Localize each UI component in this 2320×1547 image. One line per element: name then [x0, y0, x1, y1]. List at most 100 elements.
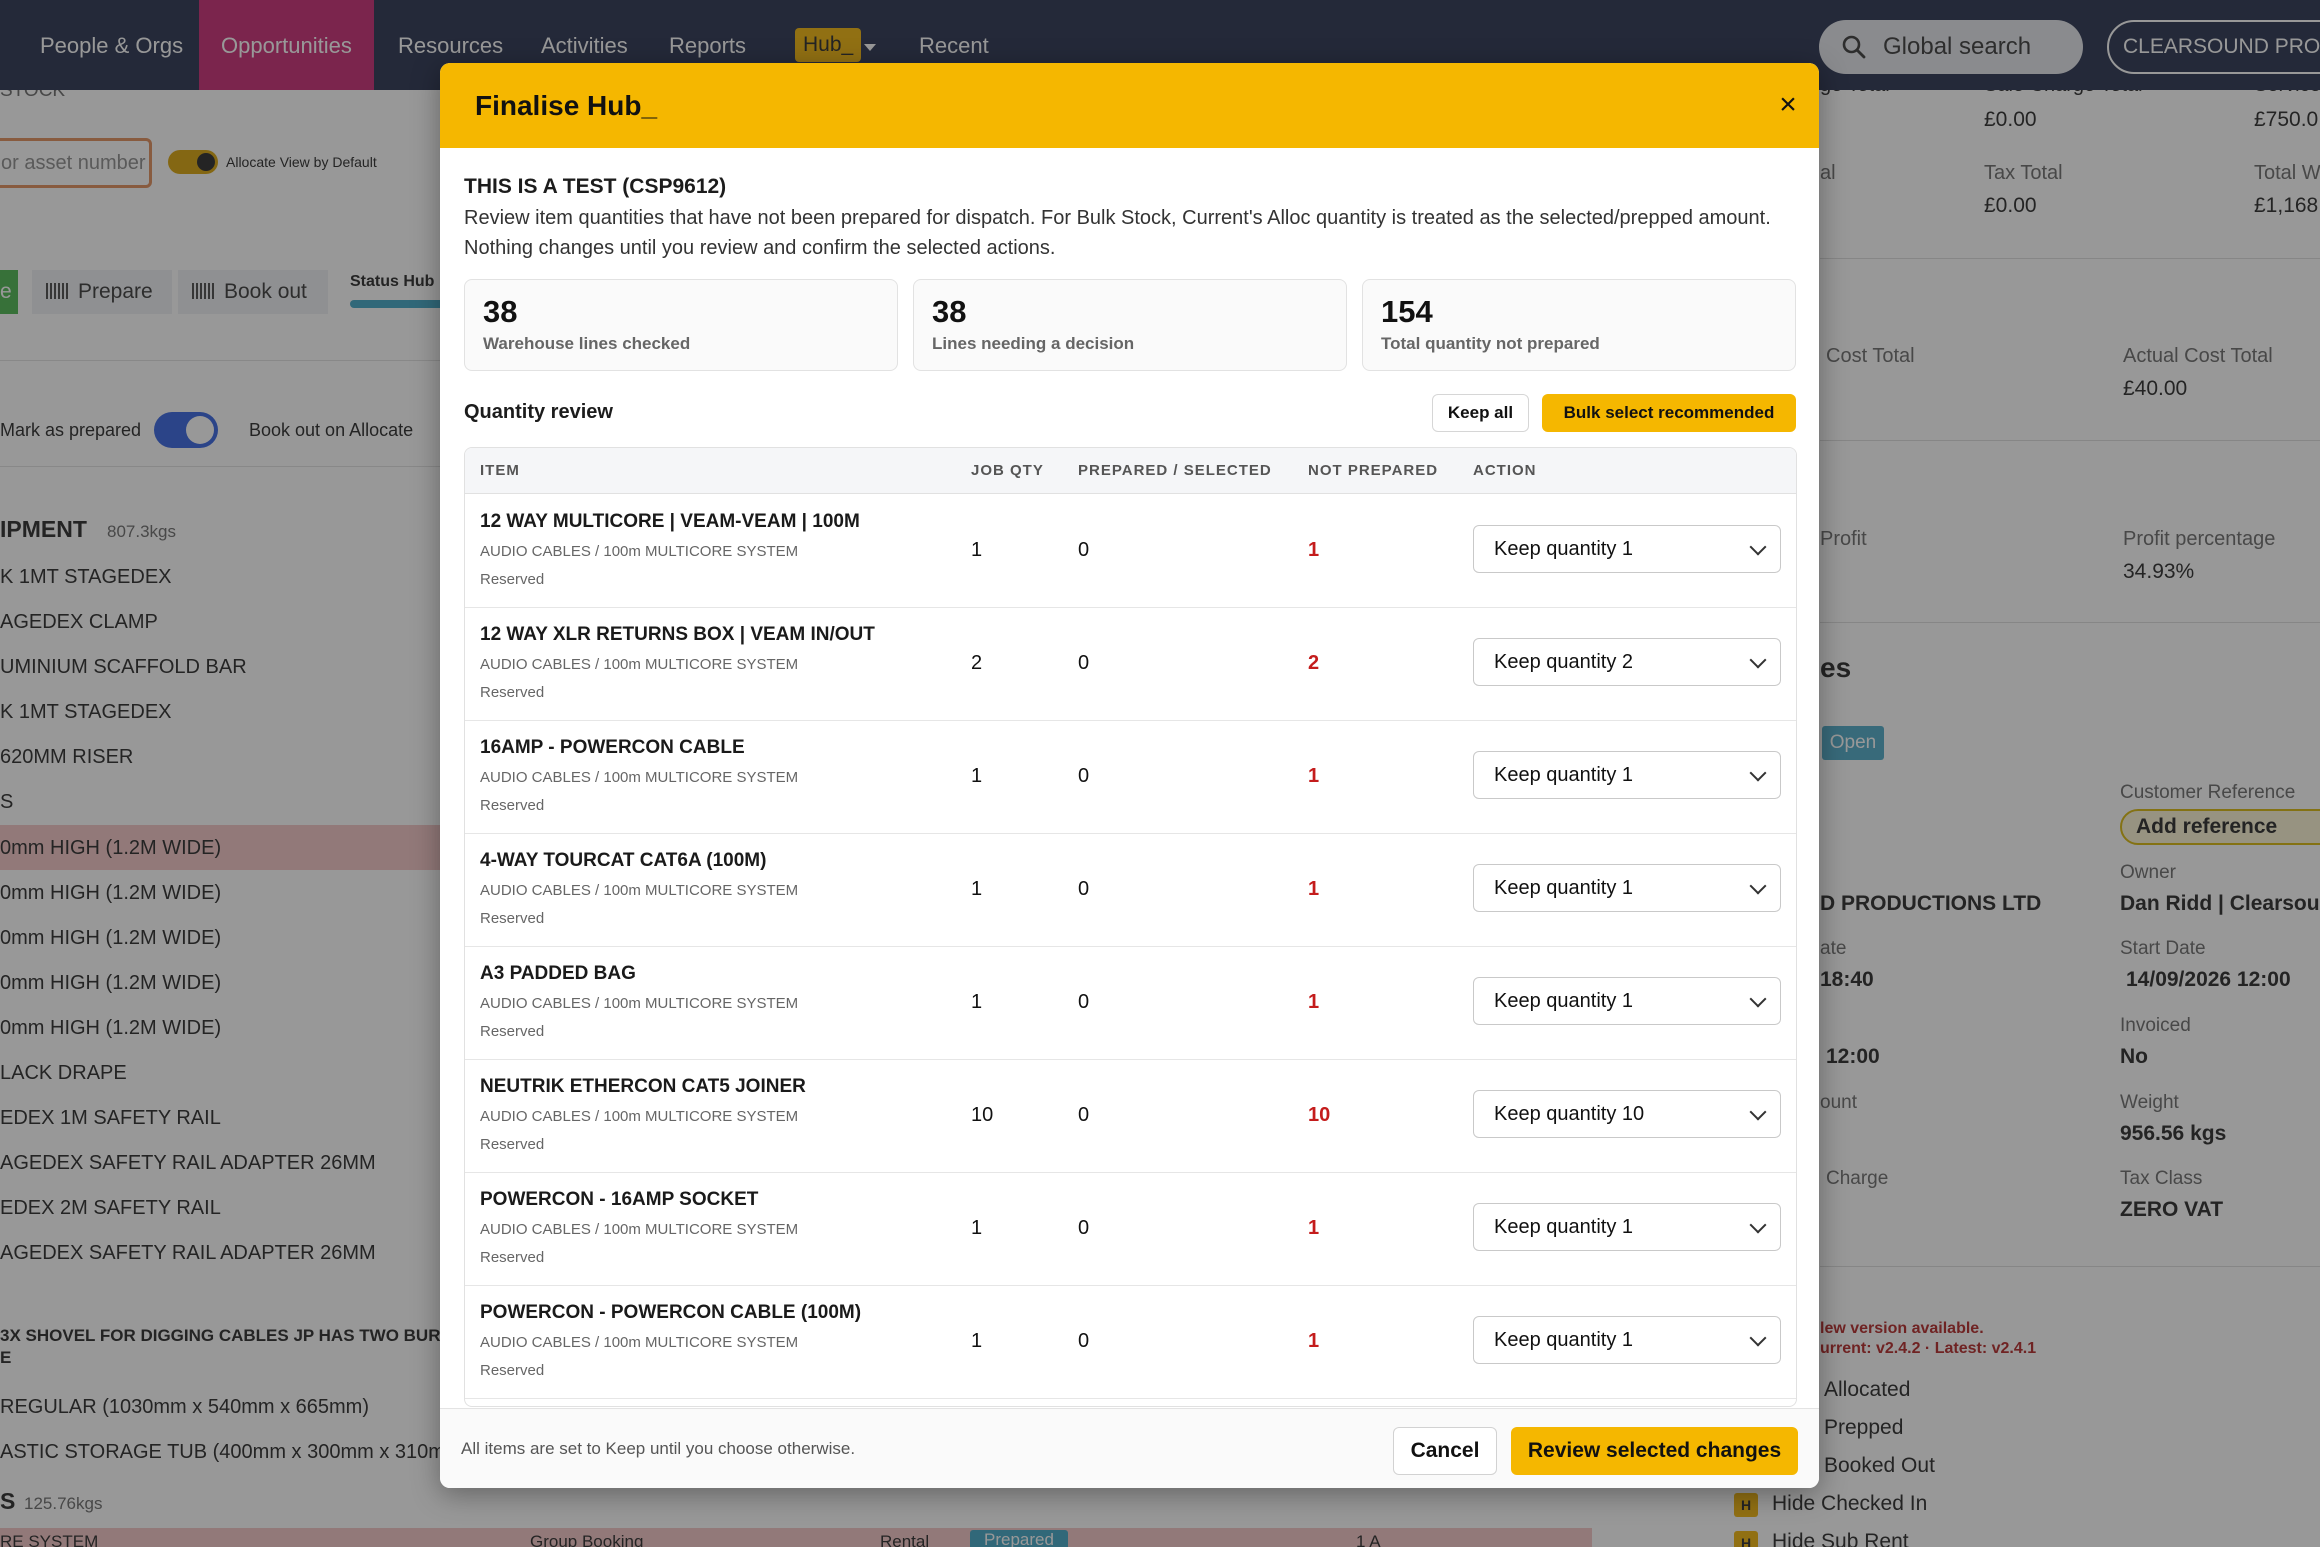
- keep-all-button[interactable]: Keep all: [1432, 394, 1529, 432]
- quantity-review-table: ITEM JOB QTY PREPARED / SELECTED NOT PRE…: [464, 447, 1797, 1407]
- item-status: Reserved: [480, 684, 545, 701]
- table-row: NEUTRIK ETHERCON CAT5 JOINER AUDIO CABLE…: [465, 1060, 1796, 1173]
- chevron-down-icon: [1749, 764, 1767, 782]
- table-row: 12 WAY MULTICORE | VEAM-VEAM | 100M AUDI…: [465, 495, 1796, 608]
- col-job-qty: JOB QTY: [971, 462, 1044, 479]
- job-qty: 1: [971, 765, 983, 787]
- action-select-value: Keep quantity 1: [1494, 990, 1633, 1012]
- job-qty: 1: [971, 991, 983, 1013]
- action-select[interactable]: Keep quantity 1: [1473, 864, 1781, 912]
- not-prepared-qty: 1: [1308, 878, 1320, 900]
- chevron-down-icon: [1749, 651, 1767, 669]
- item-name: POWERCON - POWERCON CABLE (100M): [480, 1302, 862, 1323]
- chevron-down-icon: [1749, 1103, 1767, 1121]
- table-row: 12 WAY XLR RETURNS BOX | VEAM IN/OUT AUD…: [465, 608, 1796, 721]
- chevron-down-icon: [1749, 877, 1767, 895]
- cancel-button[interactable]: Cancel: [1393, 1427, 1497, 1475]
- item-category: AUDIO CABLES / 100m MULTICORE SYSTEM: [480, 656, 799, 673]
- finalise-hub-modal: Finalise Hub_ × THIS IS A TEST (CSP9612)…: [440, 63, 1819, 1488]
- job-qty: 1: [971, 878, 983, 900]
- stat-label: Warehouse lines checked: [483, 334, 691, 353]
- action-select-value: Keep quantity 1: [1494, 877, 1633, 899]
- item-status: Reserved: [480, 910, 545, 927]
- footer-note: All items are set to Keep until you choo…: [461, 1439, 856, 1458]
- table-row: POWERCON - 16AMP SOCKET AUDIO CABLES / 1…: [465, 1173, 1796, 1286]
- prepared-qty: 0: [1078, 1104, 1090, 1126]
- col-item: ITEM: [480, 462, 520, 479]
- not-prepared-qty: 1: [1308, 1217, 1320, 1239]
- prepared-qty: 0: [1078, 1330, 1090, 1352]
- action-select-value: Keep quantity 1: [1494, 538, 1633, 560]
- modal-header: Finalise Hub_ ×: [440, 63, 1819, 148]
- stat-card: 38 Lines needing a decision: [913, 279, 1347, 371]
- item-category: AUDIO CABLES / 100m MULTICORE SYSTEM: [480, 995, 799, 1012]
- not-prepared-qty: 10: [1308, 1104, 1331, 1126]
- action-select[interactable]: Keep quantity 1: [1473, 525, 1781, 573]
- job-qty: 1: [971, 1330, 983, 1352]
- item-category: AUDIO CABLES / 100m MULTICORE SYSTEM: [480, 1221, 799, 1238]
- quantity-review-heading: Quantity review: [464, 401, 613, 423]
- table-row: 4-WAY TOURCAT CAT6A (100M) AUDIO CABLES …: [465, 834, 1796, 947]
- action-select[interactable]: Keep quantity 2: [1473, 638, 1781, 686]
- modal-footer: All items are set to Keep until you choo…: [440, 1408, 1819, 1488]
- col-not-prepared: NOT PREPARED: [1308, 462, 1439, 479]
- close-icon[interactable]: ×: [1770, 87, 1806, 123]
- table-header: ITEM JOB QTY PREPARED / SELECTED NOT PRE…: [465, 448, 1796, 494]
- action-select-value: Keep quantity 1: [1494, 1216, 1633, 1238]
- table-row: A3 PADDED BAG AUDIO CABLES / 100m MULTIC…: [465, 947, 1796, 1060]
- item-category: AUDIO CABLES / 100m MULTICORE SYSTEM: [480, 882, 799, 899]
- stat-label: Total quantity not prepared: [1381, 334, 1600, 353]
- modal-description: Review item quantities that have not bee…: [464, 207, 1771, 259]
- job-qty: 10: [971, 1104, 994, 1126]
- chevron-down-icon: [1749, 1329, 1767, 1347]
- item-name: POWERCON - 16AMP SOCKET: [480, 1189, 759, 1210]
- stat-value: 154: [1381, 294, 1433, 329]
- not-prepared-qty: 1: [1308, 991, 1320, 1013]
- chevron-down-icon: [1749, 990, 1767, 1008]
- stat-card: 38 Warehouse lines checked: [464, 279, 898, 371]
- stat-card: 154 Total quantity not prepared: [1362, 279, 1796, 371]
- item-name: A3 PADDED BAG: [480, 963, 636, 984]
- table-row: POWERCON - POWERCON CABLE (100M) AUDIO C…: [465, 1286, 1796, 1399]
- item-category: AUDIO CABLES / 100m MULTICORE SYSTEM: [480, 769, 799, 786]
- item-name: 16AMP - POWERCON CABLE: [480, 737, 745, 758]
- item-status: Reserved: [480, 1136, 545, 1153]
- prepared-qty: 0: [1078, 1217, 1090, 1239]
- job-qty: 1: [971, 539, 983, 561]
- item-name: NEUTRIK ETHERCON CAT5 JOINER: [480, 1076, 806, 1097]
- not-prepared-qty: 1: [1308, 1330, 1320, 1352]
- modal-title: Finalise Hub_: [475, 90, 658, 121]
- item-category: AUDIO CABLES / 100m MULTICORE SYSTEM: [480, 543, 799, 560]
- item-status: Reserved: [480, 1023, 545, 1040]
- job-qty: 2: [971, 652, 983, 674]
- item-category: AUDIO CABLES / 100m MULTICORE SYSTEM: [480, 1334, 799, 1351]
- action-select[interactable]: Keep quantity 10: [1473, 1090, 1781, 1138]
- not-prepared-qty: 1: [1308, 539, 1320, 561]
- job-qty: 1: [971, 1217, 983, 1239]
- action-select[interactable]: Keep quantity 1: [1473, 1316, 1781, 1364]
- item-name: 4-WAY TOURCAT CAT6A (100M): [480, 850, 767, 871]
- item-status: Reserved: [480, 1362, 545, 1379]
- col-action: ACTION: [1473, 462, 1537, 479]
- action-select[interactable]: Keep quantity 1: [1473, 751, 1781, 799]
- item-category: AUDIO CABLES / 100m MULTICORE SYSTEM: [480, 1108, 799, 1125]
- item-status: Reserved: [480, 797, 545, 814]
- item-name: 12 WAY MULTICORE | VEAM-VEAM | 100M: [480, 511, 860, 532]
- prepared-qty: 0: [1078, 878, 1090, 900]
- prepared-qty: 0: [1078, 539, 1090, 561]
- action-select-value: Keep quantity 1: [1494, 1329, 1633, 1351]
- action-select[interactable]: Keep quantity 1: [1473, 977, 1781, 1025]
- item-status: Reserved: [480, 1249, 545, 1266]
- review-selected-changes-button[interactable]: Review selected changes: [1511, 1427, 1798, 1475]
- job-name: THIS IS A TEST (CSP9612): [464, 175, 727, 198]
- action-select[interactable]: Keep quantity 1: [1473, 1203, 1781, 1251]
- bulk-select-recommended-button[interactable]: Bulk select recommended: [1542, 394, 1796, 432]
- chevron-down-icon: [1749, 1216, 1767, 1234]
- action-select-value: Keep quantity 10: [1494, 1103, 1645, 1125]
- col-prepared: PREPARED / SELECTED: [1078, 462, 1272, 479]
- item-status: Reserved: [480, 571, 545, 588]
- not-prepared-qty: 2: [1308, 652, 1320, 674]
- prepared-qty: 0: [1078, 991, 1090, 1013]
- stat-label: Lines needing a decision: [932, 334, 1135, 353]
- prepared-qty: 0: [1078, 652, 1090, 674]
